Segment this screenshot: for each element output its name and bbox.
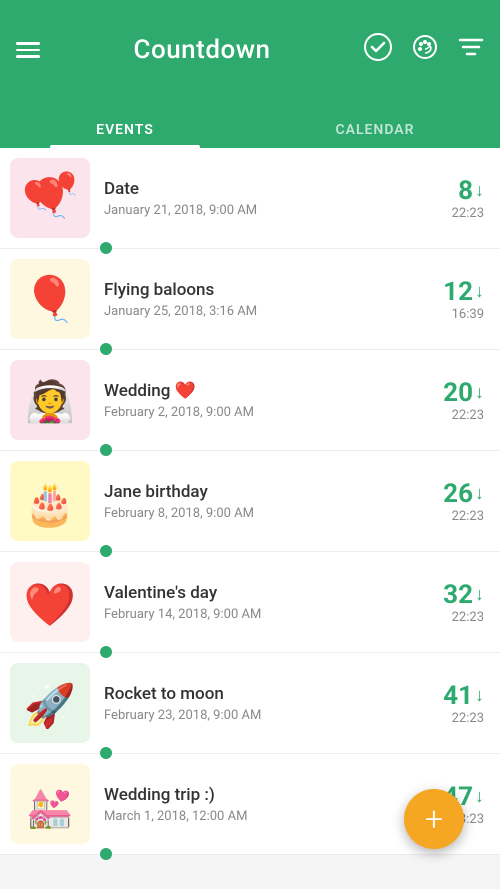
event-info: Wedding ❤️ February 2, 2018, 9:00 AM: [104, 381, 414, 420]
header-top-bar: Countdown: [16, 33, 484, 67]
event-date: February 23, 2018, 9:00 AM: [104, 708, 414, 723]
event-days-count: 26↓: [414, 479, 484, 509]
event-date: January 25, 2018, 3:16 AM: [104, 304, 414, 319]
event-date: February 2, 2018, 9:00 AM: [104, 405, 414, 420]
event-info: Valentine's day February 14, 2018, 9:00 A…: [104, 583, 414, 622]
svg-text:👰: 👰: [25, 377, 75, 425]
event-time: 22:23: [414, 610, 484, 625]
svg-text:🎈: 🎈: [23, 272, 78, 325]
event-date: February 8, 2018, 9:00 AM: [104, 506, 414, 521]
menu-button[interactable]: [16, 42, 40, 58]
app-title: Countdown: [134, 35, 271, 65]
event-list: 🎈🎈🎈DateJanuary 21, 2018, 9:00 AM8↓22:23🎈…: [0, 148, 500, 855]
event-time: 22:23: [414, 509, 484, 524]
svg-text:🎈: 🎈: [53, 170, 80, 197]
event-item[interactable]: 🎈🎈🎈 Date January 21, 2018, 9:00 AM8↓22:23: [0, 148, 500, 249]
tab-calendar[interactable]: CALENDAR: [250, 112, 500, 148]
event-date: January 21, 2018, 9:00 AM: [104, 203, 414, 218]
event-item[interactable]: 🎈 Flying baloons January 25, 2018, 3:16 AM…: [0, 249, 500, 350]
header-actions: [364, 33, 484, 67]
event-item[interactable]: ❤️ Valentine's day February 14, 2018, 9:00…: [0, 552, 500, 653]
event-name: Date: [104, 179, 414, 199]
event-time: 16:39: [414, 307, 484, 322]
countdown-arrow: ↓: [475, 786, 484, 807]
event-thumbnail: ❤️: [10, 562, 90, 642]
event-time: 22:23: [414, 408, 484, 423]
tab-events[interactable]: EVENTS: [0, 112, 250, 148]
event-info: Jane birthday February 8, 2018, 9:00 AM: [104, 482, 414, 521]
event-name: Rocket to moon: [104, 684, 414, 704]
event-name: Wedding trip :): [104, 785, 414, 805]
event-thumbnail: 🎂: [10, 461, 90, 541]
event-name: Wedding ❤️: [104, 381, 414, 401]
event-days-count: 41↓: [414, 681, 484, 711]
event-thumbnail: 👰: [10, 360, 90, 440]
event-countdown: 20↓22:23: [414, 378, 484, 423]
event-date: February 14, 2018, 9:00 AM: [104, 607, 414, 622]
add-event-button[interactable]: +: [404, 789, 464, 849]
event-name: Jane birthday: [104, 482, 414, 502]
countdown-arrow: ↓: [475, 483, 484, 504]
palette-icon[interactable]: [412, 34, 438, 66]
event-item[interactable]: 🚀 Rocket to moon February 23, 2018, 9:00 A…: [0, 653, 500, 754]
event-days-count: 32↓: [414, 580, 484, 610]
event-countdown: 26↓22:23: [414, 479, 484, 524]
event-time: 22:23: [414, 206, 484, 221]
event-thumbnail: 🚀: [10, 663, 90, 743]
event-time: 22:23: [414, 711, 484, 726]
event-days-count: 12↓: [414, 277, 484, 307]
countdown-arrow: ↓: [475, 685, 484, 706]
countdown-arrow: ↓: [475, 382, 484, 403]
svg-text:❤️: ❤️: [24, 581, 77, 630]
event-countdown: 12↓16:39: [414, 277, 484, 322]
event-countdown: 41↓22:23: [414, 681, 484, 726]
filter-icon[interactable]: [458, 36, 484, 64]
app-header: Countdown: [0, 0, 500, 112]
countdown-arrow: ↓: [475, 281, 484, 302]
svg-text:🚀: 🚀: [24, 681, 76, 731]
event-item[interactable]: 👰 Wedding ❤️ February 2, 2018, 9:00 AM20↓2…: [0, 350, 500, 451]
svg-text:🎂: 🎂: [24, 478, 76, 529]
event-countdown: 8↓22:23: [414, 176, 484, 221]
event-info: Date January 21, 2018, 9:00 AM: [104, 179, 414, 218]
event-item[interactable]: 🎂 Jane birthday February 8, 2018, 9:00 AM2…: [0, 451, 500, 552]
event-thumbnail: 💒: [10, 764, 90, 844]
event-info: Flying baloons January 25, 2018, 3:16 AM: [104, 280, 414, 319]
svg-text:🎈: 🎈: [18, 178, 53, 212]
tab-bar: EVENTS CALENDAR: [0, 112, 500, 148]
done-icon[interactable]: [364, 33, 392, 67]
event-date: March 1, 2018, 12:00 AM: [104, 809, 414, 824]
event-days-count: 20↓: [414, 378, 484, 408]
event-countdown: 32↓22:23: [414, 580, 484, 625]
event-name: Valentine's day: [104, 583, 414, 603]
event-info: Wedding trip :) March 1, 2018, 12:00 AM: [104, 785, 414, 824]
event-name: Flying baloons: [104, 280, 414, 300]
event-thumbnail: 🎈🎈🎈: [10, 158, 90, 238]
countdown-arrow: ↓: [475, 584, 484, 605]
event-thumbnail: 🎈: [10, 259, 90, 339]
svg-text:💒: 💒: [26, 787, 73, 831]
event-days-count: 8↓: [414, 176, 484, 206]
countdown-arrow: ↓: [475, 180, 484, 201]
event-info: Rocket to moon February 23, 2018, 9:00 AM: [104, 684, 414, 723]
